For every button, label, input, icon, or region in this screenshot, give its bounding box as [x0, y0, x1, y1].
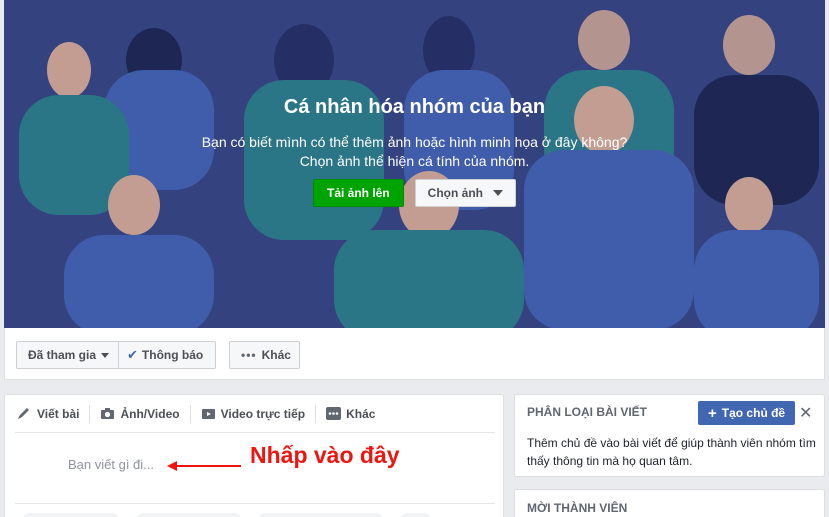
tab-photo-video-label: Ảnh/Video [120, 406, 180, 421]
tab-photo-video[interactable]: Ảnh/Video [100, 395, 180, 433]
more-button[interactable]: ••• Khác [229, 341, 300, 369]
composer-divider [15, 503, 495, 504]
tab-live-video-label: Video trực tiếp [220, 406, 306, 421]
chevron-down-icon [101, 352, 110, 358]
composer-tabs: Viết bài Ảnh/Video Video trực tiếp Khác [15, 395, 495, 433]
choose-photo-button[interactable]: Chọn ảnh [414, 179, 516, 207]
topics-description: Thêm chủ đề vào bài viết để giúp thành v… [527, 436, 816, 468]
post-topics-panel: PHÂN LOẠI BÀI VIẾT + Tạo chủ đề ✕ Thêm c… [514, 394, 825, 477]
more-icon: ••• [241, 348, 257, 362]
upload-photo-label: Tải ảnh lên [326, 186, 390, 200]
tab-more-label: Khác [346, 406, 376, 421]
create-topic-label: Tạo chủ đề [721, 406, 786, 420]
invite-members-panel: MỜI THÀNH VIÊN [514, 489, 825, 517]
chevron-down-icon [493, 190, 503, 196]
group-cover: Cá nhân hóa nhóm của bạn Bạn có biết mìn… [4, 0, 825, 328]
create-topic-button[interactable]: + Tạo chủ đề [698, 401, 796, 425]
tab-live-video[interactable]: Video trực tiếp [201, 395, 306, 433]
post-input[interactable]: Bạn viết gì đi... [68, 457, 154, 472]
invite-heading: MỜI THÀNH VIÊN [527, 501, 628, 515]
click-here-annotation: Nhấp vào đây [250, 442, 400, 468]
joined-label: Đã tham gia [28, 348, 97, 362]
topics-heading: PHÂN LOẠI BÀI VIẾT [527, 405, 648, 419]
video-camera-icon [201, 409, 215, 419]
tab-divider [89, 404, 91, 423]
tab-divider [189, 404, 191, 423]
choose-photo-label: Chọn ảnh [427, 186, 483, 200]
tab-write-post[interactable]: Viết bài [17, 395, 79, 433]
camera-icon [101, 408, 115, 419]
composer-option[interactable] [259, 513, 383, 517]
checkmark-icon: ✔ [127, 347, 138, 362]
tab-divider [315, 404, 317, 423]
more-label: Khác [261, 348, 291, 362]
tab-more[interactable]: Khác [326, 395, 375, 433]
tab-write-post-label: Viết bài [37, 406, 80, 421]
pencil-icon [18, 408, 29, 419]
plus-icon: + [708, 404, 717, 422]
cover-description-line2: Chọn ảnh thể hiện cá tính của nhóm. [299, 153, 530, 169]
notifications-label: Thông báo [141, 348, 204, 362]
more-icon [326, 407, 342, 420]
joined-button[interactable]: Đã tham gia [16, 341, 119, 369]
composer-option[interactable] [401, 513, 431, 517]
arrow-left-icon [167, 461, 241, 471]
cover-title: Cá nhân hóa nhóm của bạn [283, 96, 546, 118]
close-icon[interactable]: ✕ [799, 403, 812, 423]
composer-option[interactable] [137, 513, 241, 517]
group-action-bar: Đã tham gia ✔ Thông báo ••• Khác [4, 328, 825, 380]
notifications-button[interactable]: ✔ Thông báo [118, 341, 216, 369]
upload-photo-button[interactable]: Tải ảnh lên [312, 179, 404, 207]
cover-description-line1: Bạn có biết mình có thể thêm ảnh hoặc hì… [201, 134, 628, 150]
composer-option[interactable] [23, 513, 119, 517]
